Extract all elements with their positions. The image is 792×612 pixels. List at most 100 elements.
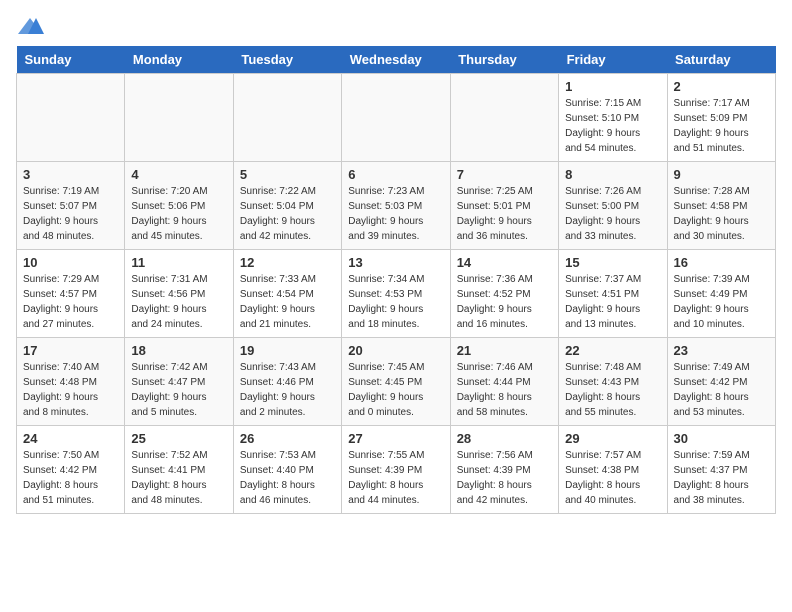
day-info: Sunrise: 7:56 AM Sunset: 4:39 PM Dayligh… <box>457 448 552 508</box>
calendar-cell: 14 Sunrise: 7:36 AM Sunset: 4:52 PM Dayli… <box>450 250 558 338</box>
col-header-tuesday: Tuesday <box>233 46 341 74</box>
calendar-cell <box>125 74 233 162</box>
day-info: Sunrise: 7:22 AM Sunset: 5:04 PM Dayligh… <box>240 184 335 244</box>
day-info: Sunrise: 7:28 AM Sunset: 4:58 PM Dayligh… <box>674 184 769 244</box>
calendar-cell: 5 Sunrise: 7:22 AM Sunset: 5:04 PM Daylig… <box>233 162 341 250</box>
calendar-cell: 16 Sunrise: 7:39 AM Sunset: 4:49 PM Dayli… <box>667 250 775 338</box>
day-info: Sunrise: 7:36 AM Sunset: 4:52 PM Dayligh… <box>457 272 552 332</box>
day-number: 11 <box>131 255 226 270</box>
col-header-saturday: Saturday <box>667 46 775 74</box>
calendar-cell: 22 Sunrise: 7:48 AM Sunset: 4:43 PM Dayli… <box>559 338 667 426</box>
calendar-cell: 26 Sunrise: 7:53 AM Sunset: 4:40 PM Dayli… <box>233 426 341 514</box>
calendar-cell: 28 Sunrise: 7:56 AM Sunset: 4:39 PM Dayli… <box>450 426 558 514</box>
calendar-cell: 12 Sunrise: 7:33 AM Sunset: 4:54 PM Dayli… <box>233 250 341 338</box>
day-info: Sunrise: 7:49 AM Sunset: 4:42 PM Dayligh… <box>674 360 769 420</box>
day-info: Sunrise: 7:48 AM Sunset: 4:43 PM Dayligh… <box>565 360 660 420</box>
logo-icon <box>16 16 44 36</box>
day-number: 29 <box>565 431 660 446</box>
week-row-1: 1 Sunrise: 7:15 AM Sunset: 5:10 PM Daylig… <box>17 74 776 162</box>
calendar-cell <box>342 74 450 162</box>
day-info: Sunrise: 7:33 AM Sunset: 4:54 PM Dayligh… <box>240 272 335 332</box>
calendar-cell: 23 Sunrise: 7:49 AM Sunset: 4:42 PM Dayli… <box>667 338 775 426</box>
day-info: Sunrise: 7:45 AM Sunset: 4:45 PM Dayligh… <box>348 360 443 420</box>
col-header-sunday: Sunday <box>17 46 125 74</box>
day-number: 4 <box>131 167 226 182</box>
week-row-4: 17Sunrise: 7:40 AM Sunset: 4:48 PM Dayli… <box>17 338 776 426</box>
week-row-3: 10 Sunrise: 7:29 AM Sunset: 4:57 PM Dayli… <box>17 250 776 338</box>
day-info: Sunrise: 7:15 AM Sunset: 5:10 PM Dayligh… <box>565 96 660 156</box>
day-info: Sunrise: 7:25 AM Sunset: 5:01 PM Dayligh… <box>457 184 552 244</box>
calendar-table: SundayMondayTuesdayWednesdayThursdayFrid… <box>16 46 776 514</box>
day-number: 22 <box>565 343 660 358</box>
day-number: 13 <box>348 255 443 270</box>
day-info: Sunrise: 7:52 AM Sunset: 4:41 PM Dayligh… <box>131 448 226 508</box>
day-info: Sunrise: 7:20 AM Sunset: 5:06 PM Dayligh… <box>131 184 226 244</box>
day-number: 28 <box>457 431 552 446</box>
calendar-cell: 10 Sunrise: 7:29 AM Sunset: 4:57 PM Dayli… <box>17 250 125 338</box>
calendar-cell: 9Sunrise: 7:28 AM Sunset: 4:58 PM Daylig… <box>667 162 775 250</box>
day-info: Sunrise: 7:37 AM Sunset: 4:51 PM Dayligh… <box>565 272 660 332</box>
calendar-cell: 2 Sunrise: 7:17 AM Sunset: 5:09 PM Daylig… <box>667 74 775 162</box>
day-info: Sunrise: 7:31 AM Sunset: 4:56 PM Dayligh… <box>131 272 226 332</box>
calendar-cell: 18 Sunrise: 7:42 AM Sunset: 4:47 PM Dayli… <box>125 338 233 426</box>
calendar-cell: 15 Sunrise: 7:37 AM Sunset: 4:51 PM Dayli… <box>559 250 667 338</box>
calendar-cell <box>17 74 125 162</box>
day-info: Sunrise: 7:19 AM Sunset: 5:07 PM Dayligh… <box>23 184 118 244</box>
day-info: Sunrise: 7:46 AM Sunset: 4:44 PM Dayligh… <box>457 360 552 420</box>
day-number: 10 <box>23 255 118 270</box>
calendar-cell: 6 Sunrise: 7:23 AM Sunset: 5:03 PM Daylig… <box>342 162 450 250</box>
day-number: 8 <box>565 167 660 182</box>
day-number: 7 <box>457 167 552 182</box>
calendar-cell: 1 Sunrise: 7:15 AM Sunset: 5:10 PM Daylig… <box>559 74 667 162</box>
day-number: 12 <box>240 255 335 270</box>
day-info: Sunrise: 7:57 AM Sunset: 4:38 PM Dayligh… <box>565 448 660 508</box>
calendar-cell: 19Sunrise: 7:43 AM Sunset: 4:46 PM Dayli… <box>233 338 341 426</box>
day-info: Sunrise: 7:29 AM Sunset: 4:57 PM Dayligh… <box>23 272 118 332</box>
day-info: Sunrise: 7:23 AM Sunset: 5:03 PM Dayligh… <box>348 184 443 244</box>
calendar-cell: 17Sunrise: 7:40 AM Sunset: 4:48 PM Dayli… <box>17 338 125 426</box>
day-number: 27 <box>348 431 443 446</box>
day-number: 2 <box>674 79 769 94</box>
col-header-friday: Friday <box>559 46 667 74</box>
day-number: 1 <box>565 79 660 94</box>
calendar-cell: 24Sunrise: 7:50 AM Sunset: 4:42 PM Dayli… <box>17 426 125 514</box>
day-info: Sunrise: 7:42 AM Sunset: 4:47 PM Dayligh… <box>131 360 226 420</box>
day-number: 6 <box>348 167 443 182</box>
day-number: 16 <box>674 255 769 270</box>
day-number: 23 <box>674 343 769 358</box>
calendar-cell <box>450 74 558 162</box>
day-info: Sunrise: 7:17 AM Sunset: 5:09 PM Dayligh… <box>674 96 769 156</box>
calendar-cell: 11 Sunrise: 7:31 AM Sunset: 4:56 PM Dayli… <box>125 250 233 338</box>
day-number: 5 <box>240 167 335 182</box>
day-number: 30 <box>674 431 769 446</box>
calendar-cell: 3 Sunrise: 7:19 AM Sunset: 5:07 PM Daylig… <box>17 162 125 250</box>
calendar-cell: 8 Sunrise: 7:26 AM Sunset: 5:00 PM Daylig… <box>559 162 667 250</box>
col-header-thursday: Thursday <box>450 46 558 74</box>
day-number: 26 <box>240 431 335 446</box>
day-info: Sunrise: 7:39 AM Sunset: 4:49 PM Dayligh… <box>674 272 769 332</box>
day-info: Sunrise: 7:34 AM Sunset: 4:53 PM Dayligh… <box>348 272 443 332</box>
day-number: 14 <box>457 255 552 270</box>
calendar-cell: 4 Sunrise: 7:20 AM Sunset: 5:06 PM Daylig… <box>125 162 233 250</box>
day-info: Sunrise: 7:43 AM Sunset: 4:46 PM Dayligh… <box>240 360 335 420</box>
week-row-5: 24Sunrise: 7:50 AM Sunset: 4:42 PM Dayli… <box>17 426 776 514</box>
day-info: Sunrise: 7:50 AM Sunset: 4:42 PM Dayligh… <box>23 448 118 508</box>
header-row: SundayMondayTuesdayWednesdayThursdayFrid… <box>17 46 776 74</box>
day-number: 17 <box>23 343 118 358</box>
day-number: 20 <box>348 343 443 358</box>
day-number: 15 <box>565 255 660 270</box>
calendar-cell: 30 Sunrise: 7:59 AM Sunset: 4:37 PM Dayli… <box>667 426 775 514</box>
calendar-cell <box>233 74 341 162</box>
day-info: Sunrise: 7:59 AM Sunset: 4:37 PM Dayligh… <box>674 448 769 508</box>
calendar-cell: 13 Sunrise: 7:34 AM Sunset: 4:53 PM Dayli… <box>342 250 450 338</box>
day-number: 25 <box>131 431 226 446</box>
calendar-cell: 27Sunrise: 7:55 AM Sunset: 4:39 PM Dayli… <box>342 426 450 514</box>
day-info: Sunrise: 7:26 AM Sunset: 5:00 PM Dayligh… <box>565 184 660 244</box>
week-row-2: 3 Sunrise: 7:19 AM Sunset: 5:07 PM Daylig… <box>17 162 776 250</box>
day-number: 21 <box>457 343 552 358</box>
day-number: 18 <box>131 343 226 358</box>
calendar-cell: 7 Sunrise: 7:25 AM Sunset: 5:01 PM Daylig… <box>450 162 558 250</box>
col-header-wednesday: Wednesday <box>342 46 450 74</box>
day-info: Sunrise: 7:53 AM Sunset: 4:40 PM Dayligh… <box>240 448 335 508</box>
day-number: 3 <box>23 167 118 182</box>
